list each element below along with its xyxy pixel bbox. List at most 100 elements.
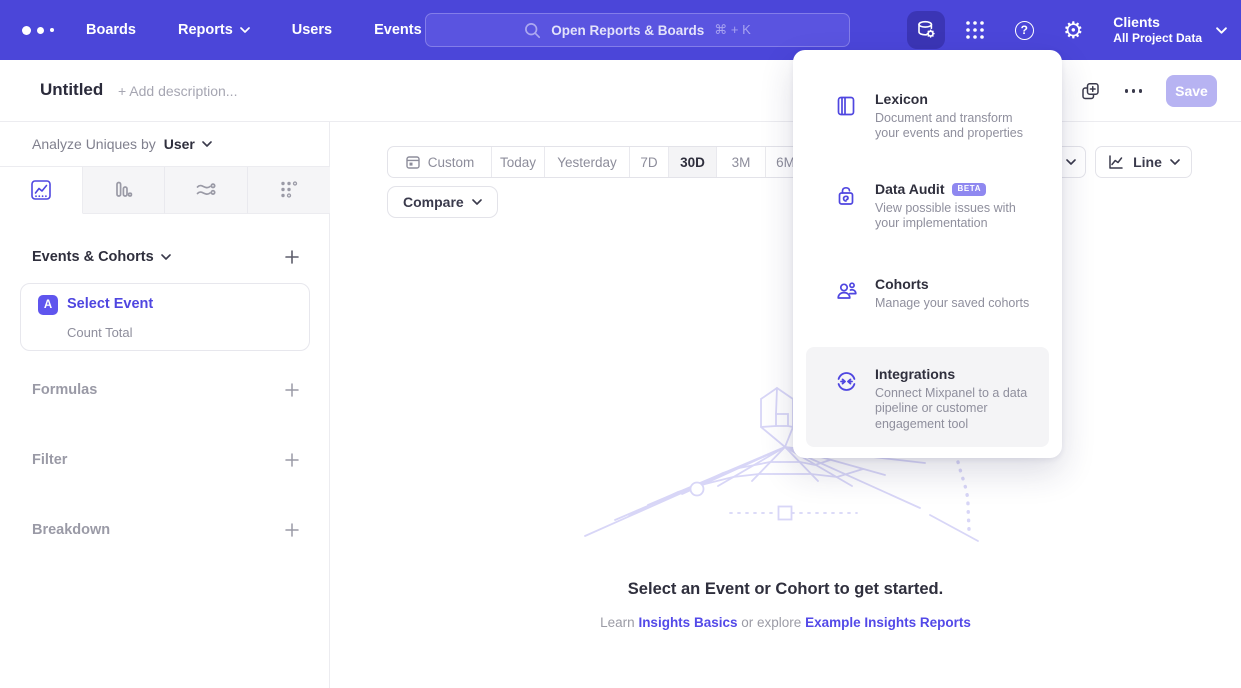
- search-placeholder: Open Reports & Boards: [551, 23, 704, 38]
- search-icon: [524, 22, 541, 39]
- nav-item-users[interactable]: Users: [292, 22, 332, 38]
- breakdown-label: Breakdown: [32, 522, 110, 538]
- plus-icon: [284, 382, 300, 398]
- mixpanel-logo[interactable]: [22, 26, 68, 35]
- data-management-menu: Lexicon Document and transform your even…: [793, 50, 1062, 458]
- empty-state-title: Select an Event or Cohort to get started…: [330, 580, 1241, 599]
- date-range-yesterday[interactable]: Yesterday: [544, 147, 629, 177]
- tab-line-chart[interactable]: [0, 167, 83, 214]
- date-range-7d[interactable]: 7D: [629, 147, 668, 177]
- nav-item-reports[interactable]: Reports: [178, 22, 250, 38]
- flow-icon: [194, 179, 218, 201]
- analyze-value-dropdown[interactable]: User: [164, 136, 195, 152]
- gear-icon: ⚙: [1063, 19, 1084, 42]
- beta-badge: BETA: [952, 183, 986, 196]
- event-letter-badge: A: [38, 295, 58, 315]
- date-range-control: Custom Today Yesterday 7D 30D 3M 6M: [387, 146, 806, 178]
- data-audit-icon: [835, 185, 857, 207]
- nav-items: Boards Reports Users Events: [86, 22, 422, 38]
- duplicate-icon[interactable]: [1080, 81, 1101, 102]
- learn-prefix: Learn: [600, 615, 635, 630]
- date-range-3m[interactable]: 3M: [716, 147, 765, 177]
- compare-dropdown[interactable]: Compare: [387, 186, 498, 218]
- database-gear-icon: [915, 19, 937, 41]
- menu-item-title: Cohorts: [875, 276, 929, 292]
- filter-label: Filter: [32, 452, 67, 468]
- calendar-icon: [405, 154, 421, 170]
- nav-item-boards[interactable]: Boards: [86, 22, 136, 38]
- metrics-dots-icon: [278, 179, 300, 201]
- breakdown-section: Breakdown: [32, 519, 303, 541]
- select-event-label[interactable]: Select Event: [67, 296, 153, 312]
- apps-grid-button[interactable]: [956, 11, 994, 49]
- example-insights-reports-link[interactable]: Example Insights Reports: [805, 615, 971, 630]
- report-title[interactable]: Untitled: [40, 80, 103, 100]
- tab-flow-chart[interactable]: [165, 167, 248, 214]
- count-total-label[interactable]: Count Total: [67, 325, 133, 340]
- chevron-down-icon: [240, 27, 250, 33]
- add-description-field[interactable]: + Add description...: [118, 83, 237, 99]
- header-actions: Save: [1080, 75, 1218, 107]
- line-chart-mini-icon: [1107, 153, 1125, 171]
- chevron-down-icon: [472, 199, 482, 205]
- menu-item-cohorts[interactable]: Cohorts Manage your saved cohorts: [806, 268, 1049, 328]
- menu-item-title: Data Audit: [875, 181, 944, 197]
- date-range-custom[interactable]: Custom: [388, 147, 491, 177]
- add-formula-button[interactable]: [281, 379, 303, 401]
- chevron-down-icon: [1170, 159, 1180, 165]
- select-event-card[interactable]: A Select Event Count Total: [20, 283, 310, 351]
- empty-state-links: Learn Insights Basics or explore Example…: [330, 615, 1241, 630]
- tab-metrics[interactable]: [248, 167, 331, 214]
- mixpanel-insights-screen: Boards Reports Users Events Open Reports…: [0, 0, 1241, 688]
- menu-item-title: Lexicon: [875, 91, 928, 107]
- plus-icon: [284, 249, 300, 265]
- bar-chart-icon: [112, 179, 134, 201]
- formulas-section: Formulas: [32, 379, 303, 401]
- chart-type-tabs: [0, 166, 330, 213]
- cohorts-people-icon: [835, 279, 859, 302]
- analyze-uniques-row: Analyze Uniques by User: [32, 136, 212, 152]
- chevron-down-icon: [1066, 159, 1076, 165]
- grid-dots-icon: [964, 19, 986, 41]
- save-button[interactable]: Save: [1166, 75, 1217, 107]
- events-cohorts-header: Events & Cohorts: [32, 246, 303, 268]
- project-selector[interactable]: Clients All Project Data: [1113, 13, 1227, 47]
- menu-item-title: Integrations: [875, 366, 955, 382]
- menu-item-data-audit[interactable]: Data Audit BETA View possible issues wit…: [806, 173, 1049, 251]
- insights-basics-link[interactable]: Insights Basics: [638, 615, 737, 630]
- chevron-down-icon: [161, 254, 171, 260]
- menu-item-lexicon[interactable]: Lexicon Document and transform your even…: [806, 83, 1049, 147]
- menu-item-desc: Document and transform your events and p…: [875, 111, 1037, 142]
- data-management-button[interactable]: [907, 11, 945, 49]
- project-name: Clients: [1113, 13, 1202, 31]
- or-explore-text: or explore: [741, 615, 801, 630]
- help-button[interactable]: ?: [1005, 11, 1043, 49]
- lexicon-book-icon: [835, 95, 857, 117]
- add-filter-button[interactable]: [281, 449, 303, 471]
- date-range-today[interactable]: Today: [491, 147, 544, 177]
- global-search-input[interactable]: Open Reports & Boards ⌘ + K: [425, 13, 850, 47]
- settings-button[interactable]: ⚙: [1054, 11, 1092, 49]
- chevron-down-icon: [202, 141, 212, 147]
- chart-type-dropdown[interactable]: Line: [1095, 146, 1192, 178]
- date-range-30d[interactable]: 30D: [668, 147, 716, 177]
- integrations-sync-icon: [835, 370, 858, 393]
- analyze-prefix: Analyze Uniques by: [32, 136, 156, 152]
- plus-icon: [284, 522, 300, 538]
- add-breakdown-button[interactable]: [281, 519, 303, 541]
- nav-item-events[interactable]: Events: [374, 22, 422, 38]
- search-shortcut: ⌘ + K: [714, 22, 751, 38]
- project-scope: All Project Data: [1113, 31, 1202, 47]
- events-cohorts-dropdown[interactable]: Events & Cohorts: [32, 249, 171, 265]
- menu-item-integrations[interactable]: Integrations Connect Mixpanel to a data …: [806, 347, 1049, 447]
- help-icon: ?: [1015, 21, 1034, 40]
- tab-bar-chart[interactable]: [83, 167, 166, 214]
- empty-state: Select an Event or Cohort to get started…: [330, 580, 1241, 630]
- filter-section: Filter: [32, 449, 303, 471]
- line-chart-icon: [30, 179, 52, 201]
- more-options-button[interactable]: [1123, 83, 1145, 99]
- query-builder-sidebar: Analyze Uniques by User: [0, 122, 330, 688]
- chevron-down-icon: [1216, 27, 1227, 34]
- menu-item-desc: View possible issues with your implement…: [875, 201, 1037, 232]
- add-event-button[interactable]: [281, 246, 303, 268]
